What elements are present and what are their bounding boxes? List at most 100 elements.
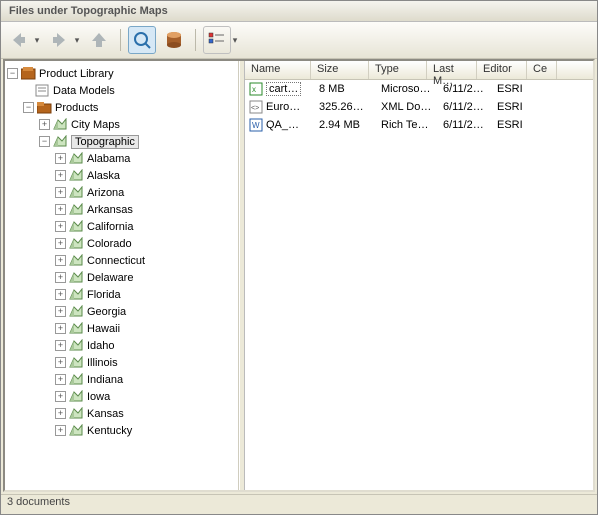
collapse-icon[interactable]: − xyxy=(23,102,34,113)
tree-node-label: Alabama xyxy=(87,153,130,165)
file-row[interactable]: W QA_… 2.94 MBRich Te…6/11/2…ESRI xyxy=(245,116,593,134)
forward-dropdown-icon[interactable]: ▾ xyxy=(73,35,81,46)
tree-node[interactable]: + Connecticut xyxy=(7,252,236,269)
expand-icon[interactable]: + xyxy=(55,374,66,385)
expand-icon[interactable]: + xyxy=(55,255,66,266)
tree-node-label: Arkansas xyxy=(87,204,133,216)
column-headers: NameSizeTypeLast M…EditorCe xyxy=(245,61,593,80)
tree-node[interactable]: + Georgia xyxy=(7,303,236,320)
column-header[interactable]: Last M… xyxy=(427,61,477,79)
expand-icon[interactable]: + xyxy=(55,408,66,419)
view-mode-icon xyxy=(208,31,226,49)
file-last-modified: 6/11/2… xyxy=(443,101,497,113)
tree-node[interactable]: − Products xyxy=(7,99,236,116)
file-last-modified: 6/11/2… xyxy=(443,119,497,131)
file-row[interactable]: <>Euro…325.26…XML Do…6/11/2…ESRI xyxy=(245,98,593,116)
search-icon xyxy=(132,30,152,50)
tree-node-label: Hawaii xyxy=(87,323,120,335)
forward-button[interactable]: ▾ xyxy=(45,26,81,54)
back-dropdown-icon[interactable]: ▾ xyxy=(33,35,41,46)
file-list-pane[interactable]: NameSizeTypeLast M…EditorCe xcart…8 MBMi… xyxy=(245,61,593,490)
tree-node[interactable]: + Delaware xyxy=(7,269,236,286)
tree-node-label: Products xyxy=(55,102,98,114)
expand-icon[interactable]: + xyxy=(55,272,66,283)
expand-icon[interactable]: + xyxy=(55,357,66,368)
expand-icon[interactable]: + xyxy=(55,153,66,164)
column-header[interactable]: Size xyxy=(311,61,369,79)
tree-node[interactable]: Data Models xyxy=(7,82,236,99)
tree-node-label: Topographic xyxy=(71,135,139,149)
view-mode-button[interactable]: ▾ xyxy=(203,26,239,54)
expand-icon[interactable]: + xyxy=(55,187,66,198)
file-editor: ESRI xyxy=(497,83,551,95)
tree-node-label: Iowa xyxy=(87,391,110,403)
expand-icon[interactable]: + xyxy=(55,238,66,249)
tree-node[interactable]: + Arkansas xyxy=(7,201,236,218)
tree-node[interactable]: +Idaho xyxy=(7,337,236,354)
expand-icon[interactable]: + xyxy=(55,425,66,436)
tree-node[interactable]: + Illinois xyxy=(7,354,236,371)
file-editor: ESRI xyxy=(497,119,551,131)
tree-node-label: Illinois xyxy=(87,357,118,369)
svg-text:W: W xyxy=(252,121,260,130)
window-title: Files under Topographic Maps xyxy=(1,1,597,22)
database-icon xyxy=(163,29,185,51)
main-content: − Product Library Data Models − Products + Cit… xyxy=(3,59,595,492)
search-button[interactable] xyxy=(128,26,156,54)
tree-node-label: Connecticut xyxy=(87,255,145,267)
column-header[interactable]: Editor xyxy=(477,61,527,79)
status-bar: 3 documents xyxy=(1,494,597,514)
expand-icon[interactable]: + xyxy=(55,323,66,334)
tree-node-label: Kentucky xyxy=(87,425,132,437)
collapse-icon[interactable]: − xyxy=(39,136,50,147)
tree-node[interactable]: +Florida xyxy=(7,286,236,303)
tree-node[interactable]: + Kentucky xyxy=(7,422,236,439)
expand-icon[interactable]: + xyxy=(55,289,66,300)
column-header[interactable]: Ce xyxy=(527,61,557,79)
tree-node-label: California xyxy=(87,221,133,233)
expand-icon[interactable]: + xyxy=(55,221,66,232)
tree-node[interactable]: + City Maps xyxy=(7,116,236,133)
up-button[interactable] xyxy=(85,26,113,54)
expander-blank xyxy=(23,86,32,95)
tree-node-label: Product Library xyxy=(39,68,114,80)
column-header[interactable]: Type xyxy=(369,61,427,79)
expand-icon[interactable]: + xyxy=(55,306,66,317)
expand-icon[interactable]: + xyxy=(55,391,66,402)
file-type: Rich Te… xyxy=(381,119,443,131)
file-last-modified: 6/11/2… xyxy=(443,83,497,95)
tree-node[interactable]: +Colorado xyxy=(7,235,236,252)
tree-node-label: Delaware xyxy=(87,272,133,284)
file-type: XML Do… xyxy=(381,101,443,113)
collapse-icon[interactable]: − xyxy=(7,68,18,79)
back-button[interactable]: ▾ xyxy=(5,26,41,54)
tree-node[interactable]: +Alaska xyxy=(7,167,236,184)
expand-icon[interactable]: + xyxy=(39,119,50,130)
file-row[interactable]: xcart…8 MBMicroso…6/11/2…ESRI xyxy=(245,80,593,98)
file-name: QA_… xyxy=(266,119,299,131)
database-button[interactable] xyxy=(160,26,188,54)
svg-text:x: x xyxy=(252,85,256,94)
file-size: 325.26… xyxy=(319,101,381,113)
tree-pane[interactable]: − Product Library Data Models − Products + Cit… xyxy=(5,61,239,490)
tree-node-label: City Maps xyxy=(71,119,120,131)
tree-node[interactable]: + Iowa xyxy=(7,388,236,405)
tree-node[interactable]: + Hawaii xyxy=(7,320,236,337)
expand-icon[interactable]: + xyxy=(55,170,66,181)
tree-node[interactable]: − Product Library xyxy=(7,65,236,82)
expand-icon[interactable]: + xyxy=(55,340,66,351)
expand-icon[interactable]: + xyxy=(55,204,66,215)
tree-node-label: Georgia xyxy=(87,306,126,318)
file-name: Euro… xyxy=(266,101,300,113)
tree-node[interactable]: +Indiana xyxy=(7,371,236,388)
tree-node[interactable]: + California xyxy=(7,218,236,235)
column-header[interactable]: Name xyxy=(245,61,311,79)
toolbar: ▾ ▾ xyxy=(1,22,597,59)
tree-node[interactable]: − Topographic xyxy=(7,133,236,150)
tree-node[interactable]: + Alabama xyxy=(7,150,236,167)
tree-node[interactable]: + Kansas xyxy=(7,405,236,422)
tree-node-label: Kansas xyxy=(87,408,124,420)
file-size: 2.94 MB xyxy=(319,119,381,131)
view-mode-dropdown-icon[interactable]: ▾ xyxy=(231,35,239,46)
tree-node[interactable]: +Arizona xyxy=(7,184,236,201)
